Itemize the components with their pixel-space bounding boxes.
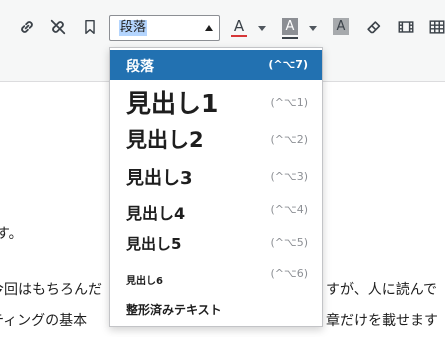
eraser-icon[interactable] [364, 16, 384, 38]
menu-item-heading-2[interactable]: 見出し2 (^⌥2) [110, 121, 322, 155]
menu-item-label: 段落 [126, 59, 154, 75]
text-color-icon: A [233, 17, 245, 35]
unlink-icon[interactable] [48, 16, 68, 38]
menu-item-label: 見出し2 [126, 128, 204, 152]
menu-item-preformatted[interactable]: 整形済みテキスト [110, 294, 322, 324]
highlight-button[interactable]: A [331, 14, 351, 40]
menu-item-heading-1[interactable]: 見出し1 (^⌥1) [110, 82, 322, 120]
text-color-button[interactable]: A [229, 14, 249, 40]
background-color-icon: A [282, 18, 298, 35]
format-select[interactable]: 段落 [109, 15, 220, 41]
menu-item-label: 見出し3 [126, 168, 193, 189]
menu-item-label: 見出し5 [126, 235, 182, 253]
menu-item-heading-3[interactable]: 見出し3 (^⌥3) [110, 160, 322, 190]
highlight-icon: A [333, 18, 349, 35]
menu-item-heading-5[interactable]: 見出し5 (^⌥5) [110, 228, 322, 258]
bookmark-icon[interactable] [80, 16, 100, 38]
menu-item-shortcut: (^⌥3) [270, 170, 308, 183]
menu-item-shortcut: (^⌥2) [270, 133, 308, 146]
menu-item-label: 見出し4 [126, 204, 186, 223]
text-color-swatch [231, 35, 247, 37]
paragraph-line-1: す。 [0, 226, 23, 242]
menu-item-label: 見出し1 [126, 89, 219, 118]
menu-item-shortcut: (^⌥4) [270, 203, 308, 216]
menu-item-shortcut: (^⌥1) [270, 96, 308, 109]
format-dropdown-menu: 段落 (^⌥7) 見出し1 (^⌥1) 見出し2 (^⌥2) 見出し3 (^⌥3… [109, 47, 323, 327]
menu-item-shortcut: (^⌥5) [270, 236, 308, 249]
background-color-swatch [282, 37, 298, 39]
editor-screen: 段落 A A A す。 今回はもちろんだ すが、人に読んで ィングの基本 章だけ… [0, 0, 445, 337]
background-color-dropdown-icon[interactable] [309, 26, 317, 31]
caret-up-icon [205, 25, 213, 31]
table-icon[interactable] [427, 16, 445, 38]
paragraph-line-2-left: 今回はもちろんだ [0, 282, 102, 298]
background-color-button[interactable]: A [280, 14, 300, 40]
paragraph-line-2-right: すが、人に読んで [326, 282, 438, 298]
menu-item-shortcut: (^⌥6) [270, 267, 308, 280]
text-color-dropdown-icon[interactable] [258, 26, 266, 31]
menu-item-shortcut: (^⌥7) [268, 58, 308, 71]
menu-item-label: 見出し6 [126, 276, 163, 287]
format-select-value: 段落 [119, 20, 148, 36]
link-icon[interactable] [17, 16, 37, 38]
paragraph-line-3-left: ティングの基本 [0, 313, 88, 329]
menu-item-label: 整形済みテキスト [126, 303, 222, 317]
menu-item-heading-6[interactable]: 見出し6 (^⌥6) [110, 262, 322, 292]
menu-item-heading-4[interactable]: 見出し4 (^⌥4) [110, 194, 322, 224]
media-icon[interactable] [396, 16, 416, 38]
paragraph-line-3-right: 章だけを載せます [326, 313, 438, 329]
menu-item-paragraph[interactable]: 段落 (^⌥7) [110, 50, 322, 80]
